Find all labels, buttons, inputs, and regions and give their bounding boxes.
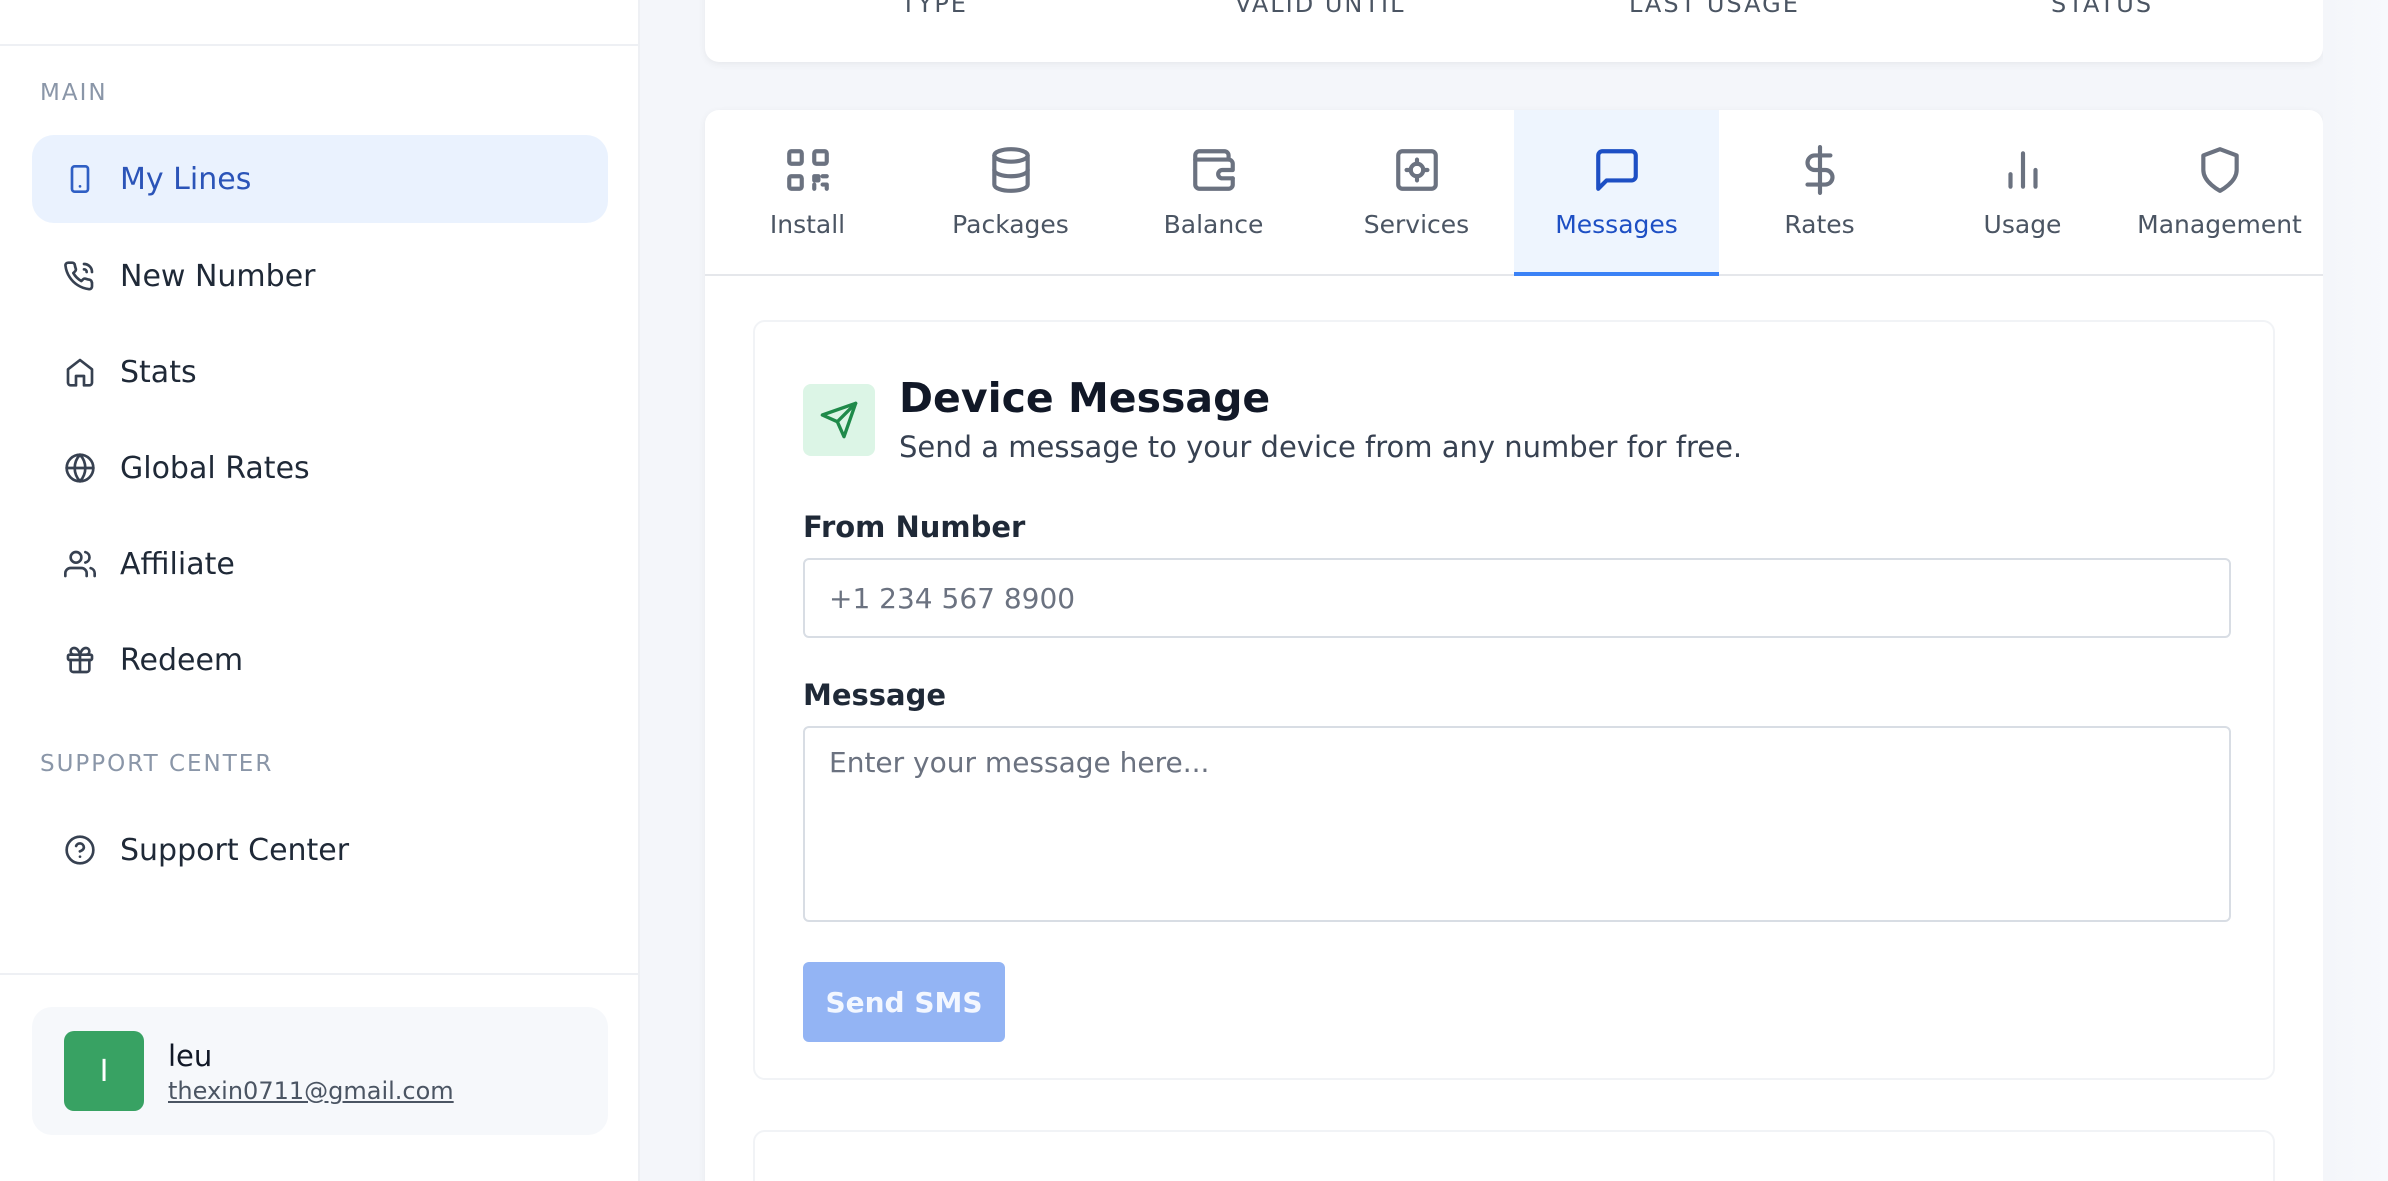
tab-packages[interactable]: Packages: [908, 110, 1113, 276]
tab-label: Usage: [1983, 210, 2062, 239]
sidebar-item-label: Support Center: [120, 832, 350, 868]
card-title: Device Message: [899, 374, 1271, 422]
database-icon: [985, 144, 1037, 196]
help-circle-icon: [62, 832, 98, 868]
wallet-icon: [1188, 144, 1240, 196]
from-number-label: From Number: [803, 510, 1026, 544]
gift-icon: [62, 642, 98, 678]
home-icon: [62, 354, 98, 390]
tab-usage[interactable]: Usage: [1920, 110, 2125, 276]
settings-box-icon: [1391, 144, 1443, 196]
column-header-last-usage: LAST USAGE: [1629, 0, 1800, 18]
tab-label: Install: [769, 210, 846, 239]
sidebar-item-new-number[interactable]: New Number: [32, 232, 608, 320]
from-number-input[interactable]: [803, 558, 2231, 638]
tab-label: Packages: [952, 210, 1069, 239]
message-square-icon: [1591, 144, 1643, 196]
sidebar-item-global-rates[interactable]: Global Rates: [32, 424, 608, 512]
column-header-type: TYPE: [901, 0, 968, 18]
sidebar-item-label: My Lines: [120, 161, 252, 197]
bar-chart-icon: [1997, 144, 2049, 196]
sidebar-item-support-center[interactable]: Support Center: [32, 806, 608, 894]
tab-rates[interactable]: Rates: [1717, 110, 1922, 276]
user-card[interactable]: I leu thexin0711@gmail.com: [32, 1007, 608, 1135]
sidebar-item-label: Global Rates: [120, 450, 310, 486]
sidebar: MAIN My Lines New Number Stats Global Ra…: [0, 0, 640, 1181]
card-subtitle: Send a message to your device from any n…: [899, 430, 1743, 464]
section-label-main: MAIN: [40, 80, 108, 106]
sidebar-item-stats[interactable]: Stats: [32, 328, 608, 416]
column-header-valid-until: VALID UNTIL: [1235, 0, 1406, 18]
lines-table-header: TYPE VALID UNTIL LAST USAGE STATUS: [705, 0, 2323, 62]
sidebar-item-my-lines[interactable]: My Lines: [32, 135, 608, 223]
tab-messages[interactable]: Messages: [1514, 110, 1719, 276]
qr-code-icon: [782, 144, 834, 196]
device-message-card: Device Message Send a message to your de…: [753, 320, 2275, 1080]
phone-call-icon: [62, 258, 98, 294]
sidebar-item-label: Redeem: [120, 642, 244, 678]
sidebar-item-affiliate[interactable]: Affiliate: [32, 520, 608, 608]
dollar-icon: [1794, 144, 1846, 196]
users-icon: [62, 546, 98, 582]
tab-label: Balance: [1163, 210, 1264, 239]
tab-management[interactable]: Management: [2117, 110, 2322, 276]
smartphone-icon: [62, 161, 98, 197]
tab-balance[interactable]: Balance: [1111, 110, 1316, 276]
message-label: Message: [803, 678, 947, 712]
globe-icon: [62, 450, 98, 486]
line-detail-panel: Install Packages Balance Services Messag…: [705, 110, 2323, 1181]
divider: [0, 973, 640, 975]
tab-label: Rates: [1784, 210, 1855, 239]
sidebar-item-label: Affiliate: [120, 546, 235, 582]
divider: [0, 44, 640, 46]
user-email[interactable]: thexin0711@gmail.com: [168, 1077, 454, 1105]
tab-services[interactable]: Services: [1314, 110, 1519, 276]
user-name: leu: [168, 1039, 213, 1073]
message-textarea[interactable]: [803, 726, 2231, 922]
tab-label: Services: [1363, 210, 1470, 239]
send-icon: [803, 384, 875, 456]
tab-install[interactable]: Install: [705, 110, 910, 276]
send-sms-button[interactable]: Send SMS: [803, 962, 1005, 1042]
column-header-status: STATUS: [2051, 0, 2154, 18]
tab-label: Management: [2137, 210, 2302, 239]
avatar: I: [64, 1031, 144, 1111]
page-background: [2323, 0, 2388, 1181]
tab-bar: Install Packages Balance Services Messag…: [705, 110, 2323, 276]
section-label-support: SUPPORT CENTER: [40, 751, 274, 777]
sidebar-item-redeem[interactable]: Redeem: [32, 616, 608, 704]
sidebar-item-label: Stats: [120, 354, 197, 390]
sidebar-item-label: New Number: [120, 258, 316, 294]
shield-icon: [2194, 144, 2246, 196]
tab-label: Messages: [1555, 210, 1678, 239]
lower-card: [753, 1130, 2275, 1181]
